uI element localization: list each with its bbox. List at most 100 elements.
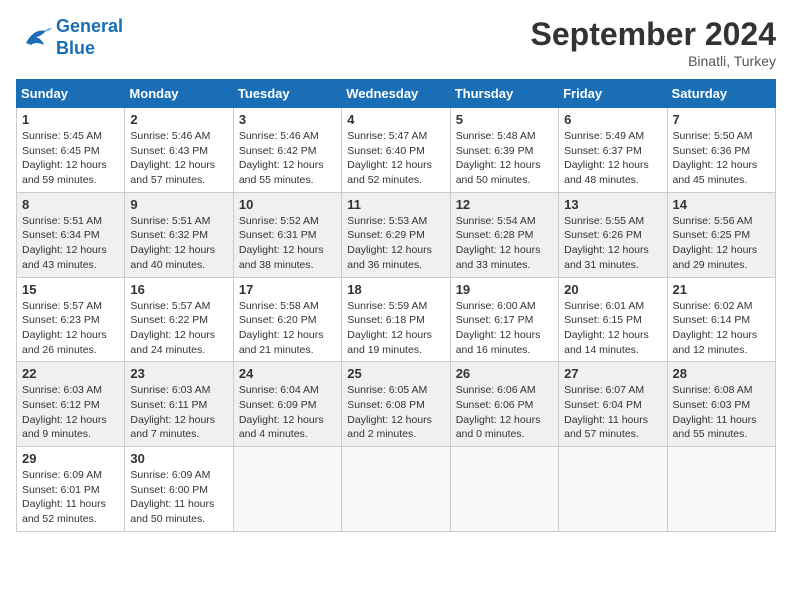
calendar-cell	[342, 447, 450, 532]
day-number: 24	[239, 366, 336, 381]
day-number: 11	[347, 197, 444, 212]
calendar-cell: 6 Sunrise: 5:49 AM Sunset: 6:37 PM Daylig…	[559, 108, 667, 193]
day-number: 1	[22, 112, 119, 127]
calendar-cell	[559, 447, 667, 532]
month-title: September 2024	[531, 16, 776, 53]
day-number: 6	[564, 112, 661, 127]
calendar-cell: 4Sunrise: 5:47 AM Sunset: 6:40 PM Daylig…	[342, 108, 450, 193]
day-number: 13	[564, 197, 661, 212]
calendar-week-row: 15 Sunrise: 5:57 AM Sunset: 6:23 PM Dayli…	[17, 277, 776, 362]
calendar-cell: 23 Sunrise: 6:03 AM Sunset: 6:11 PM Dayli…	[125, 362, 233, 447]
calendar-cell	[233, 447, 341, 532]
day-info: Sunrise: 6:03 AM Sunset: 6:11 PM Dayligh…	[130, 383, 227, 442]
day-info: Sunrise: 5:51 AM Sunset: 6:34 PM Dayligh…	[22, 214, 119, 273]
day-number: 30	[130, 451, 227, 466]
day-number: 16	[130, 282, 227, 297]
calendar-week-row: 29Sunrise: 6:09 AM Sunset: 6:01 PM Dayli…	[17, 447, 776, 532]
day-info: Sunrise: 5:55 AM Sunset: 6:26 PM Dayligh…	[564, 214, 661, 273]
day-info: Sunrise: 6:00 AM Sunset: 6:17 PM Dayligh…	[456, 299, 553, 358]
calendar-cell: 26 Sunrise: 6:06 AM Sunset: 6:06 PM Dayli…	[450, 362, 558, 447]
day-info: Sunrise: 5:53 AM Sunset: 6:29 PM Dayligh…	[347, 214, 444, 273]
logo-icon	[16, 23, 52, 53]
day-number: 25	[347, 366, 444, 381]
day-number: 27	[564, 366, 661, 381]
day-info: Sunrise: 5:58 AM Sunset: 6:20 PM Dayligh…	[239, 299, 336, 358]
calendar-cell: 28 Sunrise: 6:08 AM Sunset: 6:03 PM Dayli…	[667, 362, 775, 447]
day-number: 26	[456, 366, 553, 381]
calendar-cell: 27 Sunrise: 6:07 AM Sunset: 6:04 PM Dayli…	[559, 362, 667, 447]
calendar-cell: 20 Sunrise: 6:01 AM Sunset: 6:15 PM Dayli…	[559, 277, 667, 362]
day-info: Sunrise: 6:03 AM Sunset: 6:12 PM Dayligh…	[22, 383, 119, 442]
day-number: 18	[347, 282, 444, 297]
day-info: Sunrise: 5:45 AM Sunset: 6:45 PM Dayligh…	[22, 129, 119, 188]
logo-text: General Blue	[56, 16, 123, 59]
day-number: 9	[130, 197, 227, 212]
day-info: Sunrise: 5:48 AM Sunset: 6:39 PM Dayligh…	[456, 129, 553, 188]
calendar-cell: 16 Sunrise: 5:57 AM Sunset: 6:22 PM Dayli…	[125, 277, 233, 362]
calendar-cell: 12 Sunrise: 5:54 AM Sunset: 6:28 PM Dayli…	[450, 192, 558, 277]
calendar-cell: 25 Sunrise: 6:05 AM Sunset: 6:08 PM Dayli…	[342, 362, 450, 447]
weekday-header-monday: Monday	[125, 80, 233, 108]
day-info: Sunrise: 6:05 AM Sunset: 6:08 PM Dayligh…	[347, 383, 444, 442]
day-number: 2	[130, 112, 227, 127]
calendar-cell: 17Sunrise: 5:58 AM Sunset: 6:20 PM Dayli…	[233, 277, 341, 362]
day-info: Sunrise: 5:47 AM Sunset: 6:40 PM Dayligh…	[347, 129, 444, 188]
day-number: 12	[456, 197, 553, 212]
day-number: 19	[456, 282, 553, 297]
calendar-cell: 14Sunrise: 5:56 AM Sunset: 6:25 PM Dayli…	[667, 192, 775, 277]
day-number: 20	[564, 282, 661, 297]
calendar-cell	[667, 447, 775, 532]
day-info: Sunrise: 6:02 AM Sunset: 6:14 PM Dayligh…	[673, 299, 770, 358]
day-info: Sunrise: 5:57 AM Sunset: 6:22 PM Dayligh…	[130, 299, 227, 358]
weekday-header-saturday: Saturday	[667, 80, 775, 108]
calendar-cell: 10 Sunrise: 5:52 AM Sunset: 6:31 PM Dayli…	[233, 192, 341, 277]
calendar-week-row: 22 Sunrise: 6:03 AM Sunset: 6:12 PM Dayli…	[17, 362, 776, 447]
calendar-cell: 21 Sunrise: 6:02 AM Sunset: 6:14 PM Dayli…	[667, 277, 775, 362]
logo: General Blue	[16, 16, 123, 59]
day-number: 8	[22, 197, 119, 212]
weekday-header-sunday: Sunday	[17, 80, 125, 108]
weekday-header-thursday: Thursday	[450, 80, 558, 108]
calendar-table: SundayMondayTuesdayWednesdayThursdayFrid…	[16, 79, 776, 532]
weekday-header-row: SundayMondayTuesdayWednesdayThursdayFrid…	[17, 80, 776, 108]
day-info: Sunrise: 5:49 AM Sunset: 6:37 PM Dayligh…	[564, 129, 661, 188]
weekday-header-tuesday: Tuesday	[233, 80, 341, 108]
day-number: 22	[22, 366, 119, 381]
day-info: Sunrise: 6:06 AM Sunset: 6:06 PM Dayligh…	[456, 383, 553, 442]
calendar-cell: 2 Sunrise: 5:46 AM Sunset: 6:43 PM Daylig…	[125, 108, 233, 193]
calendar-week-row: 8 Sunrise: 5:51 AM Sunset: 6:34 PM Daylig…	[17, 192, 776, 277]
day-number: 23	[130, 366, 227, 381]
day-info: Sunrise: 5:57 AM Sunset: 6:23 PM Dayligh…	[22, 299, 119, 358]
calendar-week-row: 1 Sunrise: 5:45 AM Sunset: 6:45 PM Daylig…	[17, 108, 776, 193]
calendar-cell: 24 Sunrise: 6:04 AM Sunset: 6:09 PM Dayli…	[233, 362, 341, 447]
calendar-cell: 3 Sunrise: 5:46 AM Sunset: 6:42 PM Daylig…	[233, 108, 341, 193]
day-number: 3	[239, 112, 336, 127]
day-info: Sunrise: 5:52 AM Sunset: 6:31 PM Dayligh…	[239, 214, 336, 273]
calendar-cell: 7Sunrise: 5:50 AM Sunset: 6:36 PM Daylig…	[667, 108, 775, 193]
day-info: Sunrise: 6:01 AM Sunset: 6:15 PM Dayligh…	[564, 299, 661, 358]
day-info: Sunrise: 6:07 AM Sunset: 6:04 PM Dayligh…	[564, 383, 661, 442]
calendar-cell: 15 Sunrise: 5:57 AM Sunset: 6:23 PM Dayli…	[17, 277, 125, 362]
calendar-cell: 9Sunrise: 5:51 AM Sunset: 6:32 PM Daylig…	[125, 192, 233, 277]
day-info: Sunrise: 6:08 AM Sunset: 6:03 PM Dayligh…	[673, 383, 770, 442]
day-info: Sunrise: 6:04 AM Sunset: 6:09 PM Dayligh…	[239, 383, 336, 442]
day-number: 10	[239, 197, 336, 212]
weekday-header-friday: Friday	[559, 80, 667, 108]
day-info: Sunrise: 6:09 AM Sunset: 6:00 PM Dayligh…	[130, 468, 227, 527]
day-info: Sunrise: 5:50 AM Sunset: 6:36 PM Dayligh…	[673, 129, 770, 188]
calendar-cell: 30 Sunrise: 6:09 AM Sunset: 6:00 PM Dayli…	[125, 447, 233, 532]
day-info: Sunrise: 5:59 AM Sunset: 6:18 PM Dayligh…	[347, 299, 444, 358]
calendar-cell: 18 Sunrise: 5:59 AM Sunset: 6:18 PM Dayli…	[342, 277, 450, 362]
location-subtitle: Binatli, Turkey	[531, 53, 776, 69]
calendar-cell: 8 Sunrise: 5:51 AM Sunset: 6:34 PM Daylig…	[17, 192, 125, 277]
day-number: 5	[456, 112, 553, 127]
day-number: 15	[22, 282, 119, 297]
day-number: 28	[673, 366, 770, 381]
calendar-cell: 13 Sunrise: 5:55 AM Sunset: 6:26 PM Dayli…	[559, 192, 667, 277]
day-info: Sunrise: 5:46 AM Sunset: 6:43 PM Dayligh…	[130, 129, 227, 188]
page-header: General Blue September 2024 Binatli, Tur…	[16, 16, 776, 69]
day-info: Sunrise: 5:46 AM Sunset: 6:42 PM Dayligh…	[239, 129, 336, 188]
day-info: Sunrise: 6:09 AM Sunset: 6:01 PM Dayligh…	[22, 468, 119, 527]
day-info: Sunrise: 5:54 AM Sunset: 6:28 PM Dayligh…	[456, 214, 553, 273]
day-number: 21	[673, 282, 770, 297]
